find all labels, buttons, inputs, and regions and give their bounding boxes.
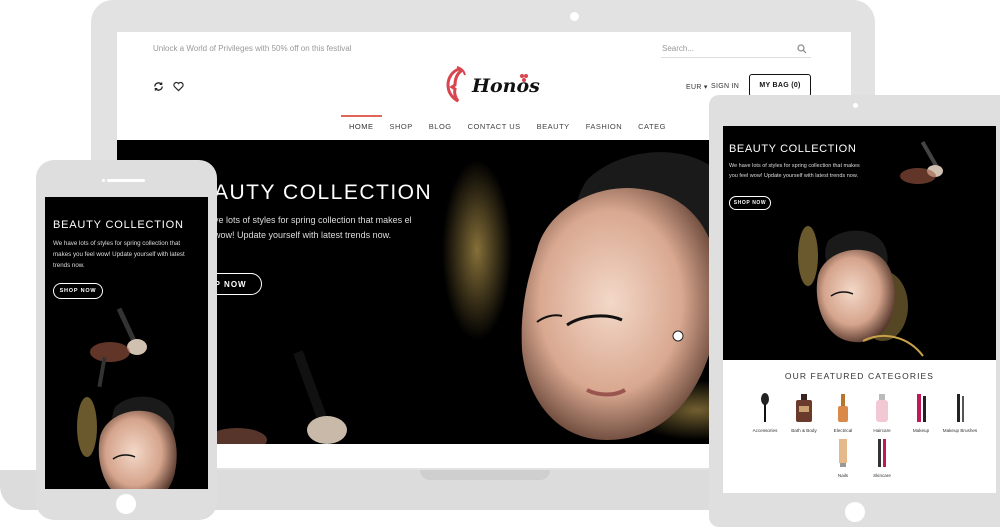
logo-berries-icon — [520, 74, 528, 82]
nav-item-home[interactable]: HOME — [341, 115, 382, 139]
category-label: Makeup — [912, 428, 930, 433]
nail-polish-icon — [838, 394, 848, 422]
wishlist-heart-icon[interactable] — [173, 81, 184, 92]
lipliner-icon — [878, 439, 886, 467]
laptop-notch — [420, 470, 550, 480]
logo-text: Honos — [472, 75, 540, 97]
header-icons — [153, 81, 184, 92]
featured-categories-grid: Accessories Bath & Body Electrical Hairc… — [735, 392, 990, 478]
nav-item-contact-us[interactable]: CONTACT US — [460, 115, 529, 139]
category-makeup[interactable]: Makeup — [903, 392, 939, 433]
phone-frame: BEAUTY COLLECTION We have lots of styles… — [36, 160, 217, 520]
category-skincare[interactable]: Skincare — [864, 437, 900, 478]
search-placeholder: Search... — [662, 44, 695, 53]
nav-item-fashion[interactable]: FASHION — [578, 115, 630, 139]
logo-face-icon — [446, 66, 466, 103]
nav-item-beauty[interactable]: BEAUTY — [529, 115, 578, 139]
nav-item-blog[interactable]: BLOG — [421, 115, 460, 139]
category-haircare[interactable]: Haircare — [864, 392, 900, 433]
category-makeup-brushes[interactable]: Makeup Brushes — [942, 392, 978, 433]
makeup-brush-icon — [957, 394, 964, 422]
brush-icon — [761, 393, 769, 422]
hero-title: AUTY COLLECTION — [214, 181, 433, 204]
tube-icon — [839, 439, 847, 467]
hero-text: ve lots of styles for spring collection … — [214, 215, 412, 240]
my-bag-button[interactable]: MY BAG (0) — [749, 74, 811, 97]
nav-item-shop[interactable]: SHOP — [382, 115, 421, 139]
phone-camera — [102, 179, 105, 182]
category-accessories[interactable]: Accessories — [747, 392, 783, 433]
mobile-hero-title: BEAUTY COLLECTION — [53, 219, 184, 231]
tablet-home-button — [845, 502, 865, 522]
search-input[interactable]: Search... — [661, 41, 811, 58]
cream-bottle-icon — [876, 394, 888, 422]
category-bath-body[interactable]: Bath & Body — [786, 392, 822, 433]
site-logo[interactable]: Honos — [439, 65, 540, 107]
category-label: Makeup Brushes — [942, 428, 978, 433]
featured-categories-heading: OUR FEATURED CATEGORIES — [784, 371, 935, 381]
category-label: Skincare — [873, 473, 891, 478]
tablet-shop-now-button[interactable]: SHOP NOW — [729, 196, 771, 210]
laptop-camera — [570, 12, 579, 21]
phone-speaker — [107, 179, 145, 182]
category-label: Electrical — [833, 428, 853, 433]
responsive-device-mockup: Unlock a World of Privileges with 50% of… — [0, 0, 1000, 527]
main-nav: HOME SHOP BLOG CONTACT US BEAUTY FASHION… — [341, 115, 674, 139]
phone-home-button — [116, 494, 136, 514]
category-label: Haircare — [873, 428, 891, 433]
tablet-hero-text: We have lots of styles for spring collec… — [729, 163, 860, 179]
category-label: Accessories — [752, 428, 778, 433]
tablet-site: BEAUTY COLLECTION We have lots of styles… — [723, 126, 996, 493]
search-icon[interactable] — [797, 44, 807, 54]
nav-item-categ[interactable]: CATEG — [630, 115, 674, 139]
tablet-frame: BEAUTY COLLECTION We have lots of styles… — [709, 95, 1000, 527]
promo-text: Unlock a World of Privileges with 50% of… — [153, 44, 352, 53]
category-nails[interactable]: Nails — [825, 437, 861, 478]
mobile-site: BEAUTY COLLECTION We have lots of styles… — [45, 197, 208, 489]
mobile-hero-text: We have lots of styles for spring collec… — [53, 240, 185, 269]
tablet-hero-banner: BEAUTY COLLECTION We have lots of styles… — [723, 126, 996, 360]
category-label: Bath & Body — [791, 428, 817, 433]
tablet-hero-title: BEAUTY COLLECTION — [729, 143, 857, 155]
category-electrical[interactable]: Electrical — [825, 392, 861, 433]
sign-in-link[interactable]: SIGN IN — [711, 83, 739, 90]
currency-selector[interactable]: EUR ▾ — [686, 83, 708, 91]
category-label: Nails — [837, 473, 849, 478]
compare-icon[interactable] — [153, 81, 164, 92]
mobile-shop-now-button[interactable]: SHOP NOW — [53, 283, 103, 299]
lipstick-icon — [917, 394, 926, 422]
tablet-camera — [853, 103, 858, 108]
perfume-bottle-icon — [796, 394, 812, 422]
